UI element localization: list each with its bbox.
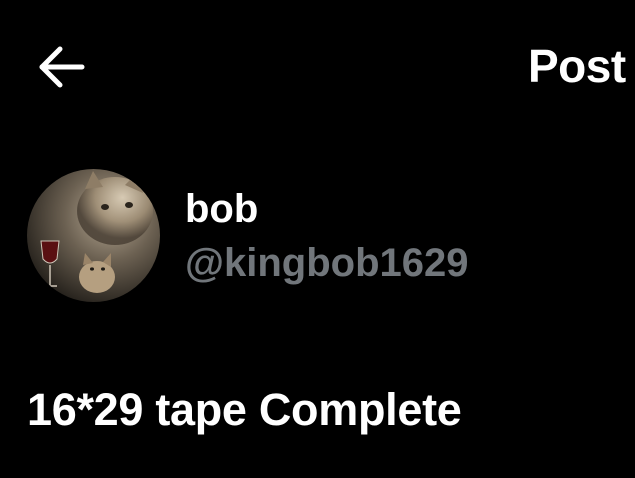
page-title: Post <box>528 40 626 92</box>
arrow-left-icon <box>39 46 85 88</box>
author-handle[interactable]: @kingbob1629 <box>185 240 469 286</box>
cat-avatar-image <box>27 169 160 302</box>
back-button[interactable] <box>28 36 94 98</box>
post-text: 16*29 tape Complete <box>27 384 462 435</box>
author-display-name[interactable]: bob <box>185 186 258 232</box>
avatar[interactable] <box>27 169 160 302</box>
